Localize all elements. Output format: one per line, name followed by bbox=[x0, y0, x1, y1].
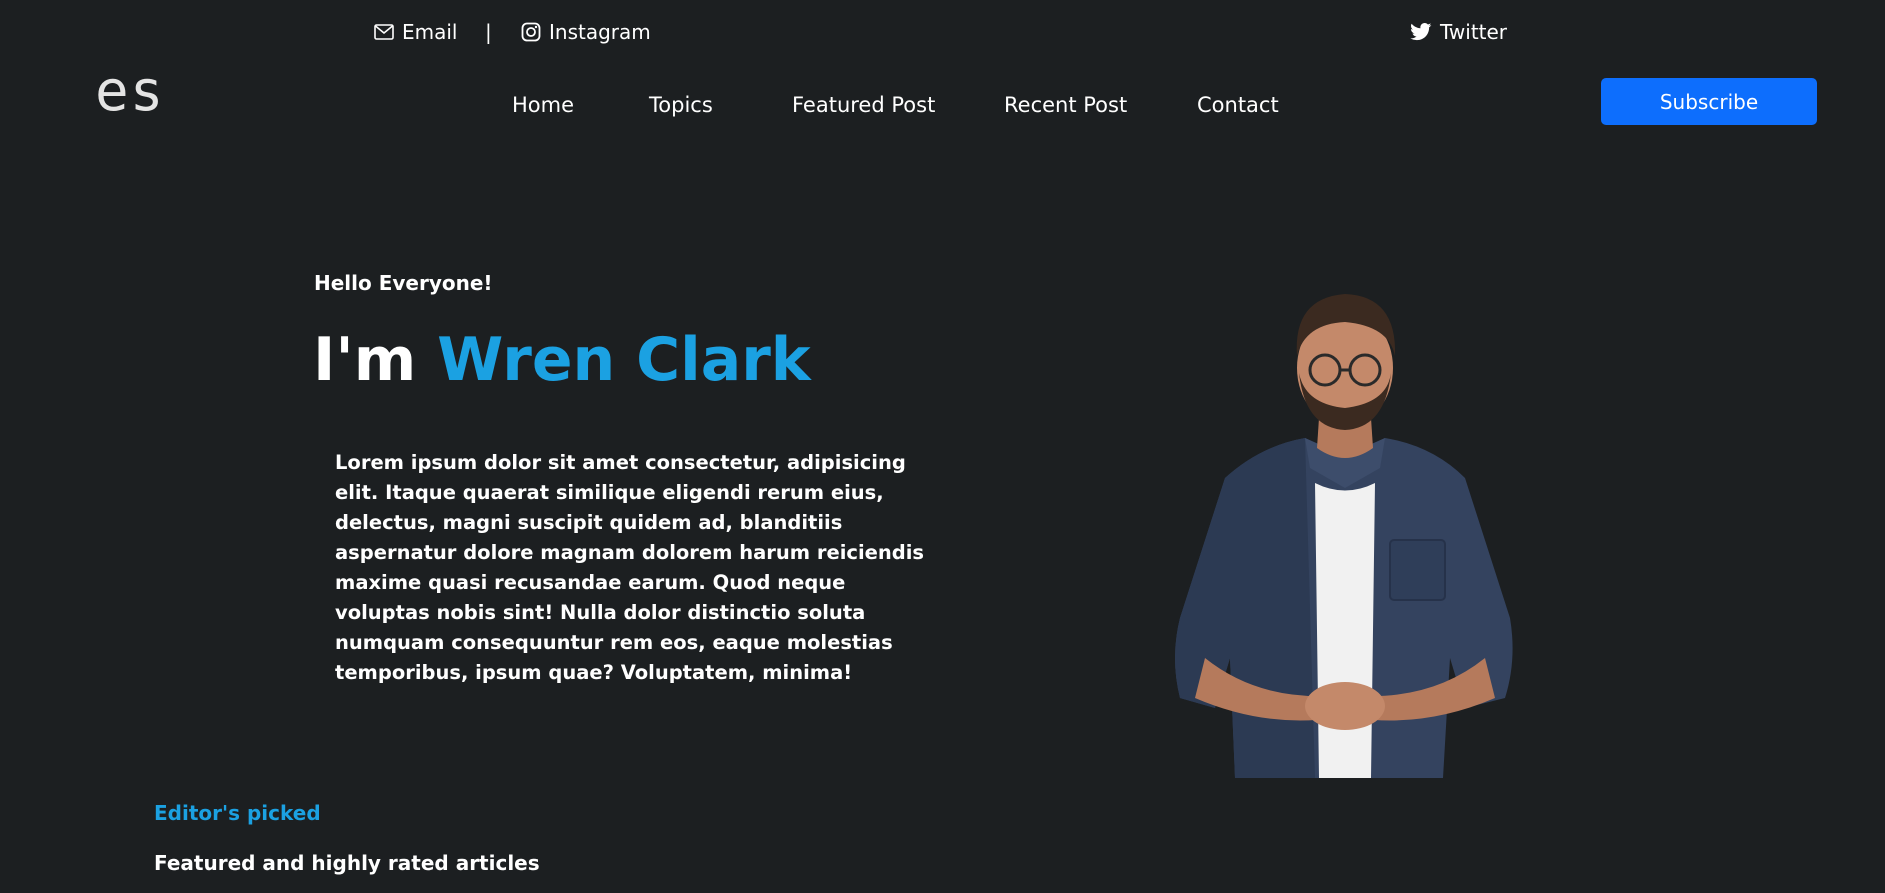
hero-greeting: Hello Everyone! bbox=[314, 271, 493, 295]
hero-title-prefix: I'm bbox=[313, 325, 417, 395]
topbar-separator: | bbox=[485, 20, 492, 44]
nav-item-home[interactable]: Home bbox=[512, 93, 574, 117]
email-link[interactable]: Email bbox=[374, 20, 458, 44]
editors-picked-label: Editor's picked bbox=[154, 801, 321, 825]
instagram-label: Instagram bbox=[549, 20, 651, 44]
editors-picked-subtitle: Featured and highly rated articles bbox=[154, 851, 540, 875]
author-portrait bbox=[1165, 278, 1525, 780]
hero-title: I'm Wren Clark bbox=[313, 330, 811, 390]
site-logo[interactable]: es bbox=[95, 64, 164, 120]
twitter-link[interactable]: Twitter bbox=[1410, 20, 1507, 44]
twitter-label: Twitter bbox=[1440, 20, 1508, 44]
nav-item-recent-post[interactable]: Recent Post bbox=[1004, 93, 1127, 117]
envelope-icon bbox=[374, 24, 394, 40]
twitter-icon bbox=[1410, 23, 1432, 41]
nav-item-topics[interactable]: Topics bbox=[649, 93, 713, 117]
page: Email | Instagram Twitter es Home Topics… bbox=[0, 0, 1885, 893]
instagram-icon bbox=[521, 22, 541, 42]
nav-item-contact[interactable]: Contact bbox=[1197, 93, 1279, 117]
nav-item-featured-post[interactable]: Featured Post bbox=[792, 93, 935, 117]
hero-name: Wren Clark bbox=[437, 325, 811, 395]
email-label: Email bbox=[402, 20, 458, 44]
hero-description: Lorem ipsum dolor sit amet consectetur, … bbox=[335, 451, 925, 684]
instagram-link[interactable]: Instagram bbox=[521, 20, 651, 44]
subscribe-button[interactable]: Subscribe bbox=[1601, 78, 1817, 125]
